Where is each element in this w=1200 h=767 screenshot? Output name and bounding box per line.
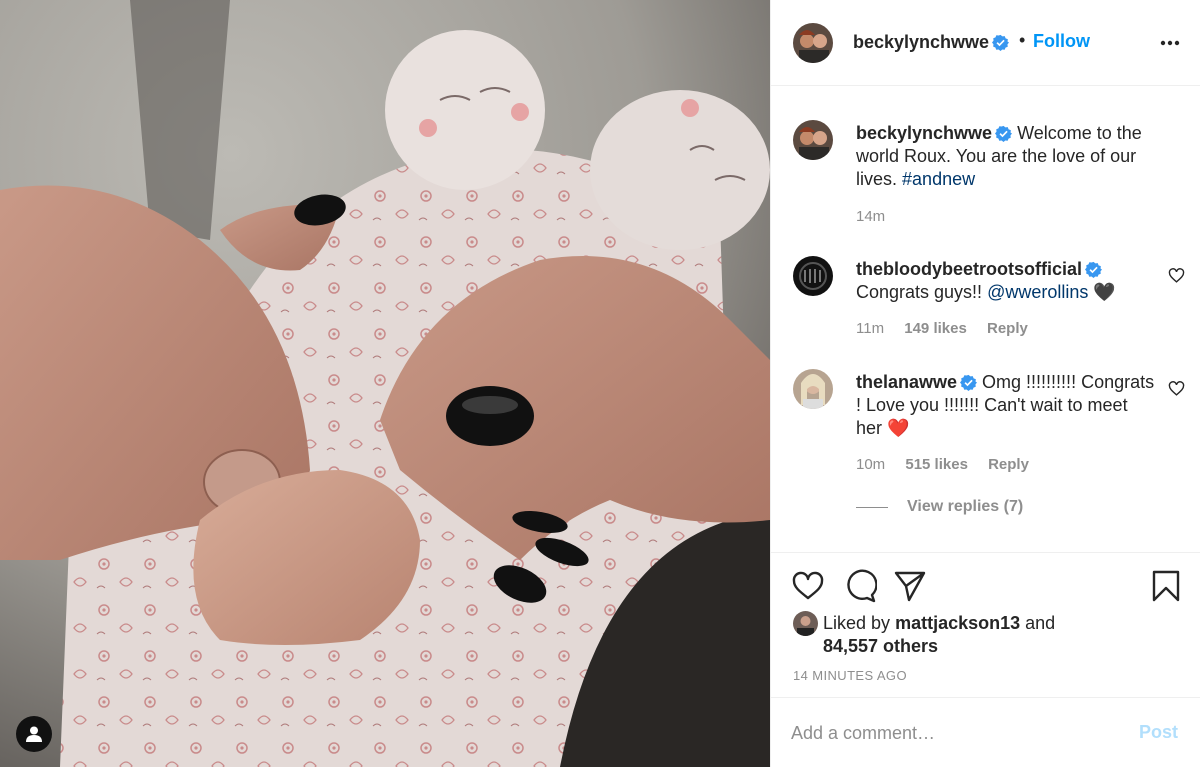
commenter-avatar[interactable] <box>793 369 833 409</box>
comment-username[interactable]: thelanawwe <box>856 372 957 392</box>
commenter-avatar[interactable] <box>793 256 833 296</box>
liker-avatar[interactable] <box>793 611 818 636</box>
caption-time[interactable]: 14m <box>856 208 885 225</box>
heart-icon[interactable] <box>791 569 825 603</box>
author-avatar[interactable] <box>793 23 833 63</box>
reply-button[interactable]: Reply <box>987 320 1028 337</box>
post-side-panel: beckylynchwwe • Follow beckylynchwwe Wel… <box>770 0 1200 767</box>
comment-time[interactable]: 11m <box>856 320 884 337</box>
paper-plane-icon[interactable] <box>893 569 927 603</box>
view-replies-button[interactable]: View replies (7) <box>907 498 1023 516</box>
comment-meta: 11m 149 likes Reply <box>856 320 1044 337</box>
comment-likes[interactable]: 149 likes <box>904 320 967 337</box>
verified-badge-icon <box>992 34 1010 51</box>
comment-likes[interactable]: 515 likes <box>905 456 968 473</box>
post-actions: Liked by mattjackson13 and 84,557 others… <box>771 552 1200 697</box>
user-tag-icon <box>26 726 42 742</box>
baby-hands-photo <box>0 0 770 767</box>
view-replies-divider <box>856 507 888 508</box>
comment-time[interactable]: 10m <box>856 456 885 473</box>
comment-like-heart-icon[interactable] <box>1168 380 1185 397</box>
comment-bubble-icon[interactable] <box>843 569 877 603</box>
comment-text: thelanawwe Omg !!!!!!!!!! Congrats ! Lov… <box>856 371 1156 440</box>
red-heart-emoji: ❤️ <box>887 418 910 438</box>
reply-button[interactable]: Reply <box>988 456 1029 473</box>
comment-text: thebloodybeetrootsofficial Congrats guys… <box>856 258 1156 304</box>
comment-body: Congrats guys!! <box>856 282 983 302</box>
author-avatar[interactable] <box>793 120 833 160</box>
follow-button[interactable]: Follow <box>1033 31 1090 52</box>
caption-meta: 14m <box>856 208 901 225</box>
post-header: beckylynchwwe • Follow <box>771 0 1200 86</box>
add-comment-bar: Post <box>771 697 1200 767</box>
header-separator: • <box>1019 30 1026 50</box>
caption-text: beckylynchwwe Welcome to the world Roux.… <box>856 122 1156 191</box>
verified-badge-icon <box>995 125 1013 142</box>
author-username[interactable]: beckylynchwwe <box>853 32 1010 53</box>
black-heart-emoji: 🖤 <box>1093 282 1116 302</box>
verified-badge-icon <box>960 374 978 391</box>
post-photo[interactable] <box>0 0 770 767</box>
post-comment-button[interactable]: Post <box>1139 722 1178 743</box>
liker-username[interactable]: mattjackson13 <box>895 613 1020 633</box>
comment-input[interactable] <box>791 718 1121 748</box>
caption-hashtag[interactable]: #andnew <box>902 169 975 189</box>
verified-badge-icon <box>1085 261 1103 278</box>
more-horizontal-icon[interactable] <box>1158 31 1182 55</box>
comment-mention[interactable]: @wwerollins <box>987 282 1088 302</box>
bookmark-icon[interactable] <box>1149 569 1183 603</box>
likes-count[interactable]: 84,557 others <box>823 636 938 657</box>
comment-meta: 10m 515 likes Reply <box>856 456 1045 473</box>
user-tag-button[interactable] <box>16 716 52 752</box>
liked-by-text: Liked by mattjackson13 and <box>823 613 1056 633</box>
caption-username[interactable]: beckylynchwwe <box>856 123 992 143</box>
comment-username[interactable]: thebloodybeetrootsofficial <box>856 259 1082 279</box>
post-timestamp[interactable]: 14 MINUTES AGO <box>793 668 907 683</box>
comment-like-heart-icon[interactable] <box>1168 267 1185 284</box>
